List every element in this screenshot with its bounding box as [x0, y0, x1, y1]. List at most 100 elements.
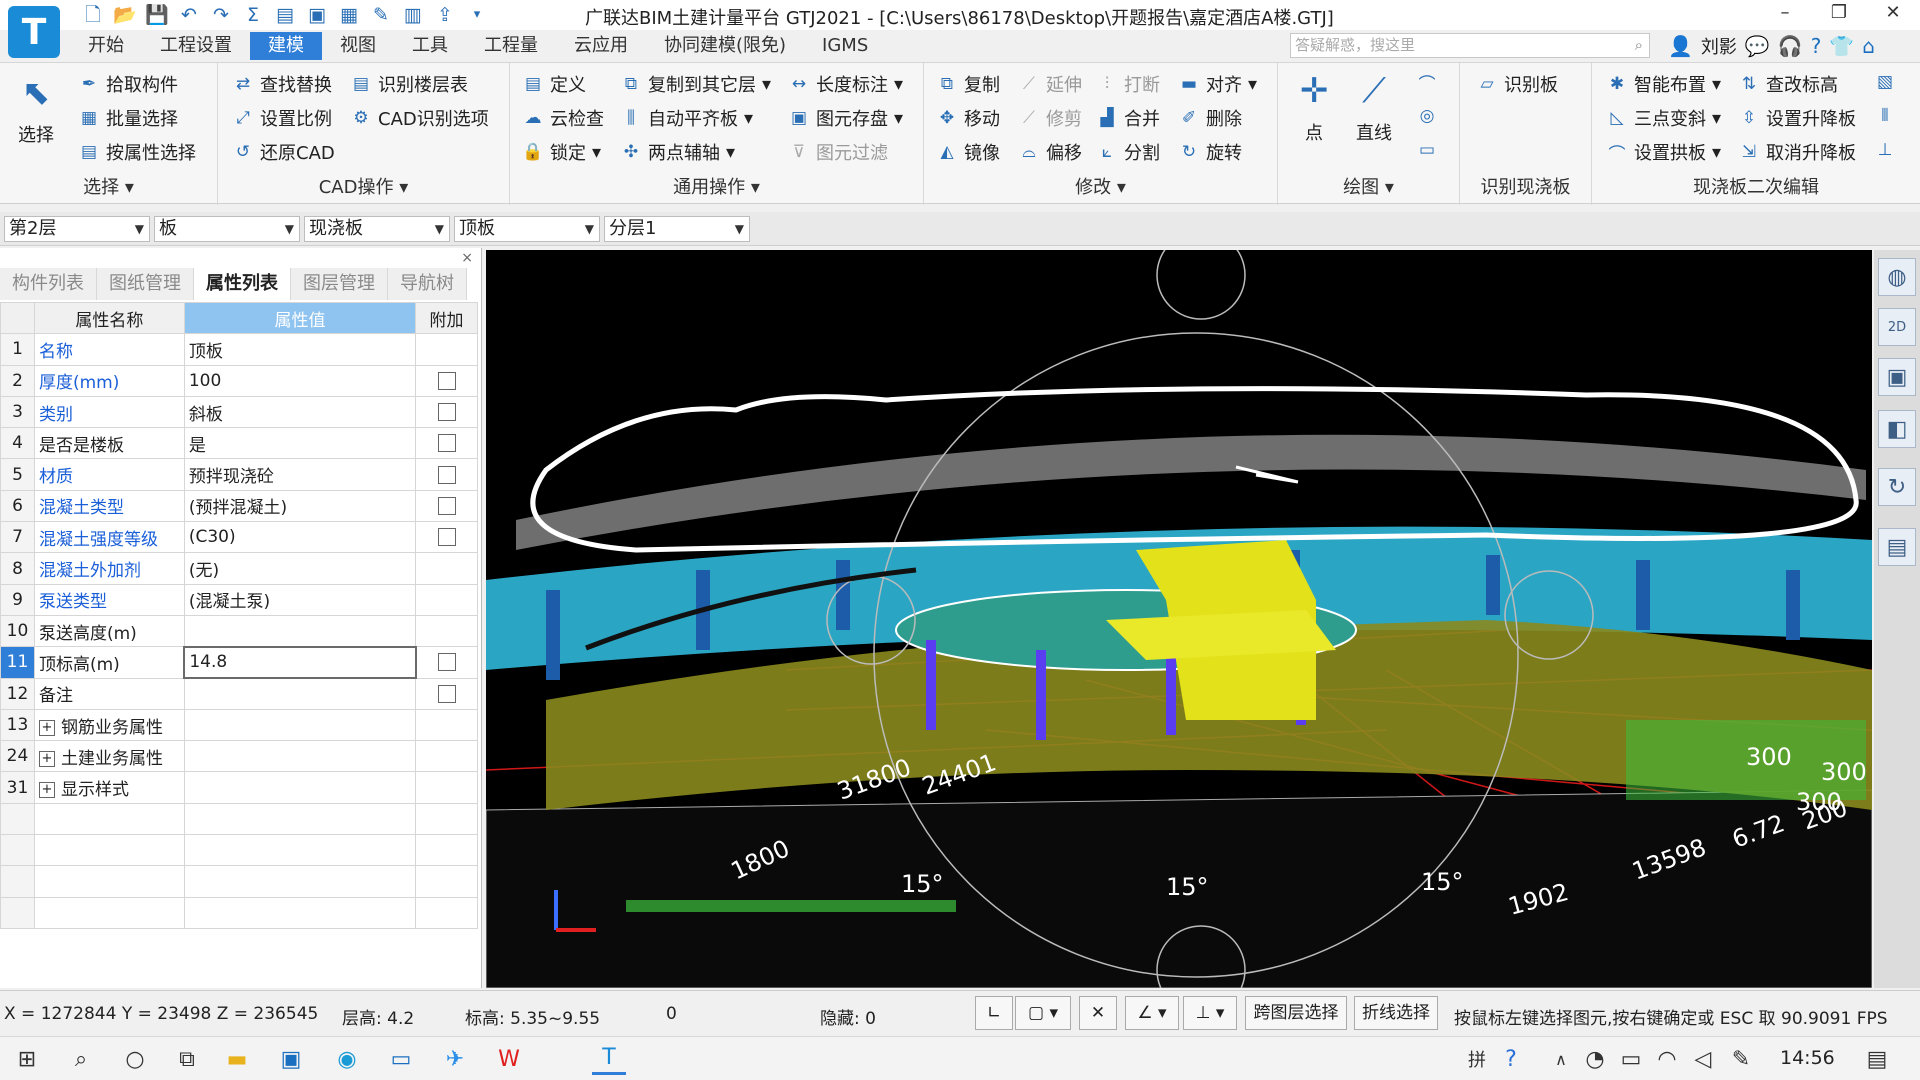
table-row[interactable]: 3 类别 斜板 [0, 395, 478, 429]
component-subtype-select[interactable]: 现浇板 ▼ [304, 216, 450, 242]
property-value[interactable]: 斜板 [183, 395, 417, 429]
windows-start-icon[interactable]: ⊞ [10, 1043, 44, 1075]
tab-drawing-manager[interactable]: 图纸管理 [97, 268, 194, 300]
tab-modeling[interactable]: 建模 [250, 32, 322, 60]
tab-igms[interactable]: IGMS [804, 32, 886, 60]
user-avatar-icon[interactable]: 👤 [1668, 34, 1693, 58]
set-raise-lower-button[interactable]: ⇳ 设置升降板 [1738, 105, 1856, 131]
report-icon[interactable]: ▤ [272, 3, 298, 27]
property-value[interactable]: (无) [183, 552, 417, 585]
attach-checkbox[interactable] [437, 371, 456, 390]
ime-indicator[interactable]: 拼 [1460, 1043, 1494, 1075]
select-by-property-button[interactable]: ▤ 按属性选择 [78, 139, 196, 165]
group-title-common[interactable]: 通用操作 ▾ [510, 173, 923, 199]
attach-checkbox[interactable] [437, 434, 456, 453]
search-icon[interactable]: ⌕ [64, 1043, 98, 1075]
app-window-icon[interactable]: ▭ [384, 1043, 418, 1075]
tab-tools[interactable]: 工具 [394, 32, 466, 60]
check-icon[interactable]: ▣ [304, 3, 330, 27]
open-folder-icon[interactable]: 📂 [112, 3, 138, 27]
chat-icon[interactable]: 💬 [1745, 34, 1770, 58]
new-file-icon[interactable]: 🗋 [80, 3, 106, 27]
table-row[interactable]: 8 混凝土外加剂 (无) [0, 552, 478, 585]
qat-more-icon[interactable]: ▾ [464, 3, 490, 27]
expand-icon[interactable]: + [38, 750, 55, 767]
col-header-extra[interactable]: 附加 [415, 301, 478, 335]
tab-collab[interactable]: 协同建模(限免) [646, 32, 804, 60]
table-row[interactable]: 13 + 钢筋业务属性 [0, 708, 478, 742]
offset-toggle[interactable]: ⊥ ▾ [1183, 996, 1237, 1030]
battery-icon[interactable]: ▭ [1614, 1043, 1648, 1075]
orbit-view-button[interactable]: ◍ [1878, 258, 1916, 296]
table-row[interactable]: 10 泵送高度(m) [0, 614, 478, 648]
cad-options-button[interactable]: ⚙ CAD识别选项 [350, 105, 488, 131]
table-row[interactable]: 12 备注 [0, 677, 478, 710]
extend-button[interactable]: ⟋ 延伸 [1018, 71, 1082, 97]
attach-checkbox[interactable] [437, 403, 456, 422]
property-value[interactable] [183, 614, 417, 648]
ime-help-icon[interactable]: ? [1494, 1043, 1528, 1075]
property-value[interactable]: (混凝土泵) [183, 583, 417, 616]
align-button[interactable]: ▬ 对齐 ▾ [1178, 71, 1257, 97]
property-value[interactable]: 是 [183, 427, 417, 460]
property-value[interactable] [183, 708, 417, 742]
lock-button[interactable]: 🔒 锁定 ▾ [522, 139, 601, 165]
gtj-taskbar-icon[interactable]: T [592, 1043, 626, 1075]
redo-icon[interactable]: ↷ [208, 3, 234, 27]
snap-toggle[interactable]: ▢ ▾ [1015, 996, 1071, 1030]
property-value[interactable] [183, 677, 417, 710]
set-arch-slab-button[interactable]: ⌒ 设置拱板 ▾ [1606, 139, 1722, 165]
tab-start[interactable]: 开始 [70, 32, 142, 60]
tab-cloud[interactable]: 云应用 [556, 32, 646, 60]
tab-quantities[interactable]: 工程量 [466, 32, 556, 60]
arc-tool-button[interactable]: ⌒ [1416, 71, 1438, 95]
tab-component-list[interactable]: 构件列表 [0, 268, 97, 300]
rotate-view-button[interactable]: ↻ [1878, 468, 1916, 506]
auto-flush-slab-button[interactable]: ⫼ 自动平齐板 ▾ [620, 105, 753, 131]
3d-box-view-button[interactable]: ▣ [1878, 358, 1916, 396]
attach-checkbox[interactable] [437, 528, 456, 547]
export-icon[interactable]: ⇪ [432, 3, 458, 27]
point-button[interactable]: ✛ 点 [1292, 69, 1336, 145]
table-row[interactable]: 1 名称 顶板 [0, 333, 478, 366]
set-scale-button[interactable]: ⤢ 设置比例 [232, 105, 332, 131]
task-view-icon[interactable]: ⧉ [170, 1043, 204, 1075]
model-canvas[interactable]: 31800 24401 1800 15° 15° 15° 1902 13598 … [486, 250, 1872, 988]
group-title-modify[interactable]: 修改 ▾ [924, 173, 1277, 199]
trim-button[interactable]: ⟋ 修剪 [1018, 105, 1082, 131]
attach-checkbox[interactable] [437, 684, 456, 703]
tray-expand-icon[interactable]: ∧ [1544, 1043, 1578, 1075]
edge-icon[interactable]: ◉ [330, 1043, 364, 1075]
layer-view-button[interactable]: ▤ [1878, 528, 1916, 566]
batch-select-button[interactable]: ▦ 批量选择 [78, 105, 178, 131]
cross-toggle[interactable]: ✕ [1079, 996, 1117, 1030]
cloud-check-button[interactable]: ☁ 云检查 [522, 105, 605, 131]
save-icon[interactable]: 💾 [144, 3, 170, 27]
attach-checkbox[interactable] [437, 465, 456, 484]
angle-toggle[interactable]: ∠ ▾ [1125, 996, 1179, 1030]
property-value[interactable]: (C30) [183, 521, 417, 554]
length-dim-button[interactable]: ↔ 长度标注 ▾ [788, 71, 903, 97]
undo-icon[interactable]: ↶ [176, 3, 202, 27]
property-value[interactable]: 预拌现浇砼 [183, 458, 417, 491]
line-button[interactable]: ⟋ 直线 [1352, 69, 1396, 145]
component-name-select[interactable]: 顶板 ▼ [454, 216, 600, 242]
group-title-cad[interactable]: CAD操作 ▾ [218, 173, 509, 199]
attach-checkbox[interactable] [437, 496, 456, 515]
slab-extra-button-1[interactable]: ▧ [1874, 71, 1896, 93]
search-input[interactable]: 答疑解惑，搜这里 ⌕ [1290, 33, 1650, 58]
property-value[interactable] [183, 771, 417, 804]
col-header-name[interactable]: 属性名称 [33, 301, 185, 335]
2d-view-button[interactable]: 2D [1878, 308, 1916, 346]
close-button[interactable]: ✕ [1876, 2, 1910, 23]
two-point-axis-button[interactable]: ✣ 两点辅轴 ▾ [620, 139, 735, 165]
find-replace-button[interactable]: ⇄ 查找替换 [232, 71, 332, 97]
offset-button[interactable]: ⌓ 偏移 [1018, 139, 1082, 165]
recognize-floor-table-button[interactable]: ▤ 识别楼层表 [350, 71, 468, 97]
table-row[interactable]: 7 混凝土强度等级 (C30) [0, 521, 478, 554]
clock[interactable]: 14:56 [1780, 1047, 1835, 1069]
group-title-select[interactable]: 选择 ▾ [0, 173, 217, 199]
pick-component-button[interactable]: ✒ 拾取构件 [78, 71, 178, 97]
app-logo[interactable]: T [8, 6, 60, 58]
merge-button[interactable]: ▟ 合并 [1096, 105, 1160, 131]
